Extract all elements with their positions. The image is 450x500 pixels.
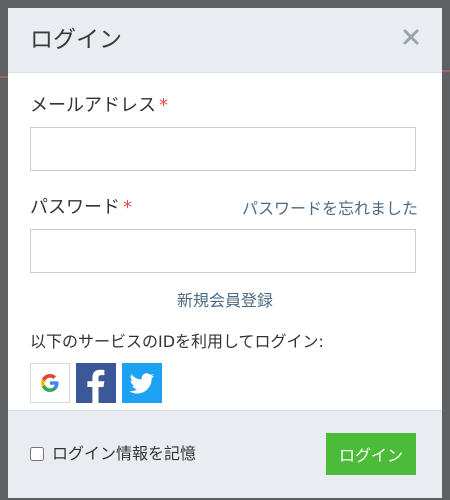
email-required-mark: *	[159, 95, 168, 116]
login-dialog: ログイン メールアドレス * パスワード * パスワードを忘れました 新規会員登録 …	[8, 8, 442, 498]
twitter-icon	[129, 373, 154, 394]
remember-label: ログイン情報を記憶	[52, 444, 197, 463]
dialog-title: ログイン	[30, 27, 122, 53]
facebook-login-button[interactable]	[76, 363, 116, 403]
twitter-login-button[interactable]	[122, 363, 162, 403]
email-field[interactable]	[30, 127, 416, 171]
remember-checkbox[interactable]	[30, 447, 44, 461]
google-login-button[interactable]	[30, 363, 70, 403]
close-icon	[403, 29, 419, 45]
register-link[interactable]: 新規会員登録	[8, 289, 442, 313]
password-label: パスワード *	[30, 196, 132, 220]
password-field[interactable]	[30, 229, 416, 273]
dialog-footer: ログイン情報を記憶 ログイン	[8, 410, 442, 498]
close-button[interactable]	[400, 26, 422, 48]
password-required-mark: *	[123, 197, 132, 218]
dialog-header: ログイン	[8, 8, 442, 73]
email-label-text: メールアドレス	[30, 95, 156, 116]
sso-heading: 以下のサービスのIDを利用してログイン:	[30, 332, 324, 351]
forgot-password-link[interactable]: パスワードを忘れました	[242, 197, 418, 221]
email-label: メールアドレス *	[30, 94, 168, 118]
google-icon	[41, 374, 59, 392]
password-label-text: パスワード	[30, 197, 120, 218]
facebook-icon	[87, 369, 105, 403]
remember-me[interactable]: ログイン情報を記憶	[30, 444, 196, 464]
login-button[interactable]: ログイン	[326, 433, 416, 475]
